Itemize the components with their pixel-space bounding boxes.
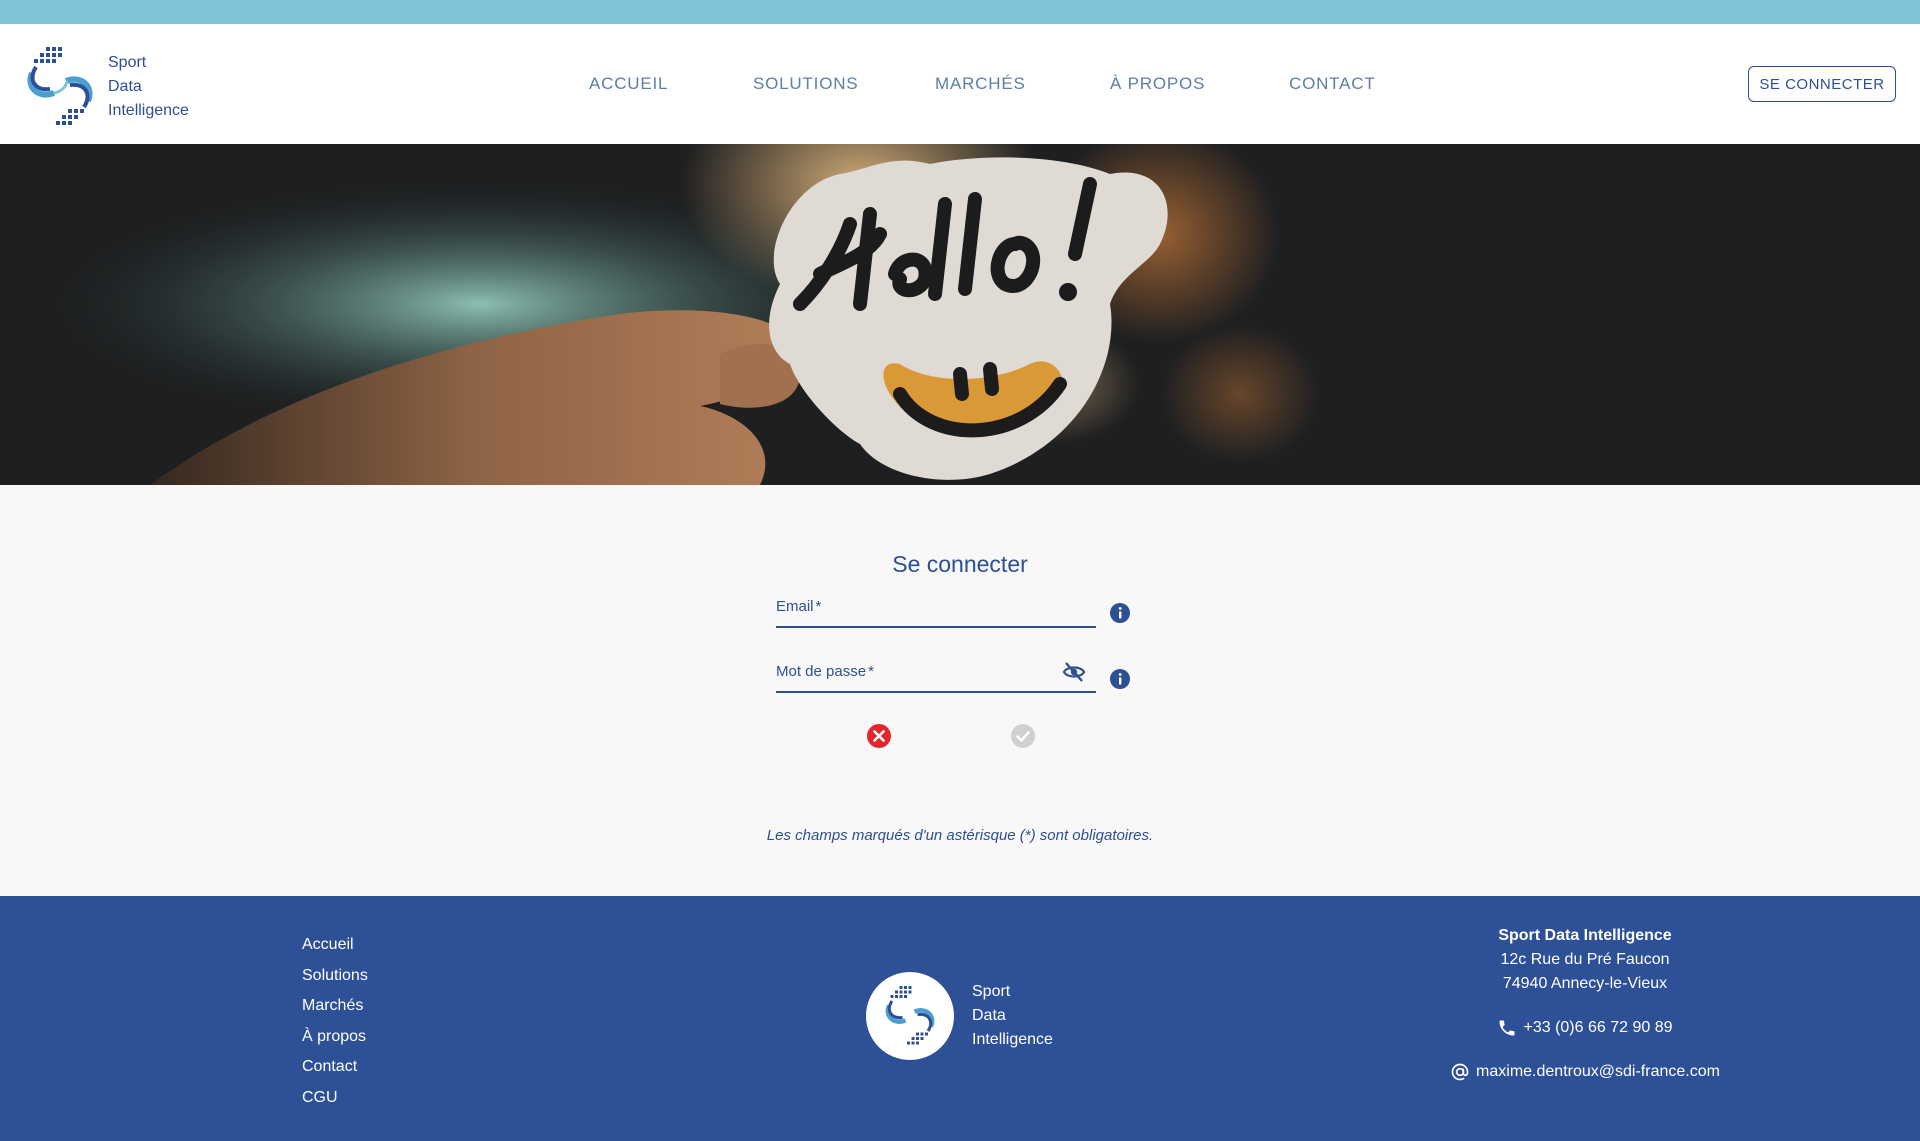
brand-name: Sport Data Intelligence bbox=[108, 51, 189, 123]
top-accent-strip bbox=[0, 0, 1920, 24]
email-label: Email * bbox=[776, 598, 822, 615]
footer-brand-line-3: Intelligence bbox=[972, 1031, 1053, 1048]
sdi-logo-icon bbox=[885, 986, 935, 1045]
footer-link-contact[interactable]: Contact bbox=[302, 1052, 368, 1083]
site-header: Sport Data Intelligence ACCUEIL SOLUTION… bbox=[0, 24, 1920, 144]
email-row[interactable]: maxime.dentroux@sdi-france.com bbox=[1380, 1060, 1790, 1084]
nav-item-solutions[interactable]: SOLUTIONS bbox=[753, 74, 858, 94]
header-login-button[interactable]: SE CONNECTER bbox=[1748, 66, 1896, 102]
footer-contact-block: Sport Data Intelligence 12c Rue du Pré F… bbox=[1380, 924, 1790, 1084]
footer-link-cgu[interactable]: CGU bbox=[302, 1083, 368, 1114]
check-circle-icon[interactable] bbox=[1010, 723, 1036, 749]
nav-item-a-propos[interactable]: À PROPOS bbox=[1110, 74, 1205, 94]
nav-item-contact[interactable]: CONTACT bbox=[1289, 74, 1376, 94]
brand-logo-link[interactable]: Sport Data Intelligence bbox=[24, 42, 189, 132]
footer-nav: Accueil Solutions Marchés À propos Conta… bbox=[302, 930, 368, 1113]
footer-link-accueil[interactable]: Accueil bbox=[302, 930, 368, 961]
footer-link-a-propos[interactable]: À propos bbox=[302, 1022, 368, 1053]
email-address: maxime.dentroux@sdi-france.com bbox=[1476, 1063, 1720, 1080]
password-label: Mot de passe * bbox=[776, 663, 874, 680]
footer-brand-name: Sport Data Intelligence bbox=[972, 980, 1053, 1052]
nav-item-accueil[interactable]: ACCUEIL bbox=[589, 74, 668, 94]
address-line-2: 74940 Annecy-le-Vieux bbox=[1502, 975, 1668, 992]
password-field[interactable]: Mot de passe * bbox=[776, 657, 1096, 693]
nav-item-marches[interactable]: MARCHÉS bbox=[935, 74, 1026, 94]
phone-row[interactable]: +33 (0)6 66 72 90 89 bbox=[1380, 1016, 1790, 1040]
address-line-1: 12c Rue du Pré Faucon bbox=[1500, 951, 1670, 968]
at-sign-icon bbox=[1451, 1063, 1469, 1081]
login-title: Se connecter bbox=[892, 551, 1028, 577]
required-fields-note: Les champs marqués d'un astérisque (*) s… bbox=[766, 827, 1154, 844]
footer-brand: Sport Data Intelligence bbox=[866, 972, 1053, 1060]
site-footer: Accueil Solutions Marchés À propos Conta… bbox=[0, 896, 1920, 1141]
hero-banner bbox=[0, 144, 1920, 485]
footer-link-marches[interactable]: Marchés bbox=[302, 991, 368, 1022]
hero-image bbox=[0, 144, 1920, 485]
phone-number: +33 (0)6 66 72 90 89 bbox=[1523, 1019, 1673, 1036]
email-info-icon[interactable] bbox=[1109, 602, 1131, 624]
footer-link-solutions[interactable]: Solutions bbox=[302, 961, 368, 992]
footer-brand-line-1: Sport bbox=[972, 983, 1011, 1000]
phone-icon bbox=[1499, 1020, 1515, 1036]
password-info-icon[interactable] bbox=[1109, 668, 1131, 690]
login-form-section: Se connecter Email * Mot de passe * Les ch… bbox=[0, 485, 1920, 896]
eye-off-icon[interactable] bbox=[1062, 661, 1086, 683]
footer-logo bbox=[866, 972, 954, 1060]
brand-line-2: Data bbox=[108, 78, 142, 95]
brand-line-3: Intelligence bbox=[108, 102, 189, 119]
footer-brand-line-2: Data bbox=[972, 1007, 1006, 1024]
company-name: Sport Data Intelligence bbox=[1498, 927, 1672, 944]
sdi-logo-icon bbox=[27, 47, 93, 125]
email-field[interactable]: Email * bbox=[776, 592, 1096, 628]
close-circle-icon[interactable] bbox=[866, 723, 892, 749]
brand-line-1: Sport bbox=[108, 54, 147, 71]
